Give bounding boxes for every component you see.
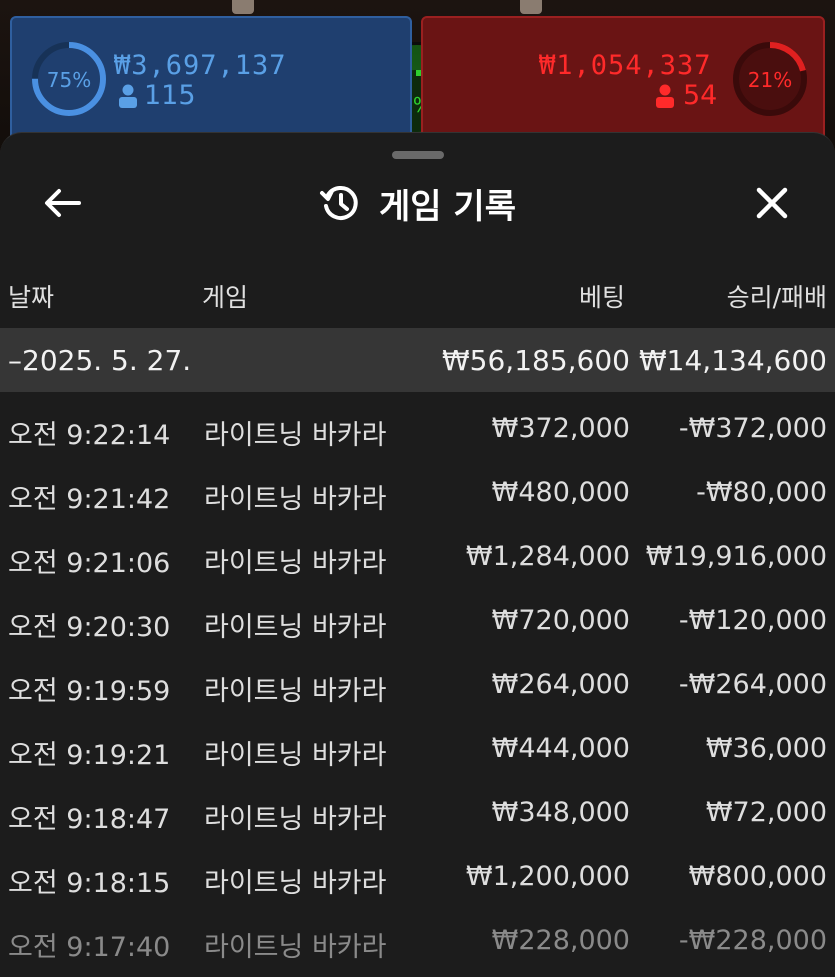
player-percent: 75% — [46, 68, 92, 92]
row-bet: ₩480,000 — [491, 477, 630, 508]
row-bet: ₩1,200,000 — [465, 861, 630, 892]
date-group-winloss-total: ₩14,134,600 — [638, 344, 827, 377]
row-time: 오전 9:17:40 — [8, 932, 171, 963]
history-row[interactable]: 오전 9:19:21 라이트닝 바카라 ₩444,000 ₩36,000 — [0, 718, 835, 782]
close-button[interactable] — [750, 181, 794, 225]
row-time: 오전 9:21:06 — [8, 548, 171, 579]
user-icon — [119, 84, 137, 108]
player-amount: ₩3,697,137 — [114, 50, 287, 81]
date-group-bet-total: ₩56,185,600 — [441, 344, 630, 377]
banker-bet-panel: ₩1,054,337 54 21% — [421, 16, 825, 146]
row-game: 라이트닝 바카라 — [204, 676, 387, 707]
column-header-game: 게임 — [202, 283, 249, 312]
row-result: -₩372,000 — [678, 413, 827, 444]
row-bet: ₩444,000 — [491, 733, 630, 764]
row-game: 라이트닝 바카라 — [204, 420, 387, 451]
row-result: ₩800,000 — [688, 861, 827, 892]
sheet-header: 게임 기록 — [0, 173, 835, 233]
back-button[interactable] — [38, 183, 86, 223]
user-icon — [656, 84, 674, 108]
row-result: -₩228,000 — [678, 925, 827, 956]
history-row[interactable]: 오전 9:18:15 라이트닝 바카라 ₩1,200,000 ₩800,000 — [0, 846, 835, 910]
history-row[interactable]: 오전 9:22:14 라이트닝 바카라 ₩372,000 -₩372,000 — [0, 398, 835, 462]
history-row[interactable]: 오전 9:18:47 라이트닝 바카라 ₩348,000 ₩72,000 — [0, 782, 835, 846]
row-result: ₩19,916,000 — [645, 541, 827, 572]
row-result: -₩80,000 — [696, 477, 827, 508]
close-icon — [756, 187, 788, 219]
row-result: ₩36,000 — [705, 733, 827, 764]
row-game: 라이트닝 바카라 — [204, 548, 387, 579]
row-bet: ₩372,000 — [491, 413, 630, 444]
row-result: -₩264,000 — [678, 669, 827, 700]
column-header-winloss: 승리/패배 — [726, 283, 827, 312]
row-result: ₩72,000 — [705, 797, 827, 828]
history-row[interactable]: 오전 9:20:30 라이트닝 바카라 ₩720,000 -₩120,000 — [0, 590, 835, 654]
sheet-title: 게임 기록 — [379, 186, 516, 227]
arrow-left-icon — [45, 189, 81, 217]
row-game: 라이트닝 바카라 — [204, 612, 387, 643]
table-decoration — [232, 0, 254, 14]
table-decoration — [520, 0, 542, 14]
row-time: 오전 9:21:42 — [8, 484, 171, 515]
drag-handle[interactable] — [392, 151, 444, 159]
history-icon — [320, 186, 358, 220]
row-time: 오전 9:19:59 — [8, 676, 171, 707]
row-bet: ₩264,000 — [491, 669, 630, 700]
row-game: 라이트닝 바카라 — [204, 740, 387, 771]
history-row[interactable]: 오전 9:17:40 라이트닝 바카라 ₩228,000 -₩228,000 — [0, 910, 835, 974]
row-game: 라이트닝 바카라 — [204, 868, 387, 899]
row-time: 오전 9:18:15 — [8, 868, 171, 899]
row-bet: ₩348,000 — [491, 797, 630, 828]
history-row[interactable]: 오전 9:21:42 라이트닝 바카라 ₩480,000 -₩80,000 — [0, 462, 835, 526]
row-game: 라이트닝 바카라 — [204, 804, 387, 835]
banker-percent: 21% — [747, 68, 793, 92]
date-group-label: –2025. 5. 27. — [8, 344, 192, 377]
row-game: 라이트닝 바카라 — [204, 932, 387, 963]
history-row[interactable]: 오전 9:19:59 라이트닝 바카라 ₩264,000 -₩264,000 — [0, 654, 835, 718]
column-header-bet: 베팅 — [578, 283, 625, 312]
history-row[interactable]: 오전 9:21:06 라이트닝 바카라 ₩1,284,000 ₩19,916,0… — [0, 526, 835, 590]
row-time: 오전 9:20:30 — [8, 612, 171, 643]
row-time: 오전 9:22:14 — [8, 420, 171, 451]
row-result: -₩120,000 — [678, 605, 827, 636]
player-count: 115 — [144, 80, 196, 111]
banker-count: 54 — [683, 80, 718, 111]
row-time: 오전 9:18:47 — [8, 804, 171, 835]
row-game: 라이트닝 바카라 — [204, 484, 387, 515]
row-bet: ₩228,000 — [491, 925, 630, 956]
column-header-date: 날짜 — [8, 283, 55, 312]
game-history-sheet: 게임 기록 날짜 게임 베팅 승리/패배 –2025. 5. 27. ₩56,1… — [0, 132, 835, 977]
row-bet: ₩720,000 — [491, 605, 630, 636]
date-group-row[interactable]: –2025. 5. 27. ₩56,185,600 ₩14,134,600 — [0, 328, 835, 392]
banker-amount: ₩1,054,337 — [539, 50, 712, 81]
player-bet-panel: 75% ₩3,697,137 115 — [10, 16, 412, 146]
row-time: 오전 9:19:21 — [8, 740, 171, 771]
row-bet: ₩1,284,000 — [465, 541, 630, 572]
